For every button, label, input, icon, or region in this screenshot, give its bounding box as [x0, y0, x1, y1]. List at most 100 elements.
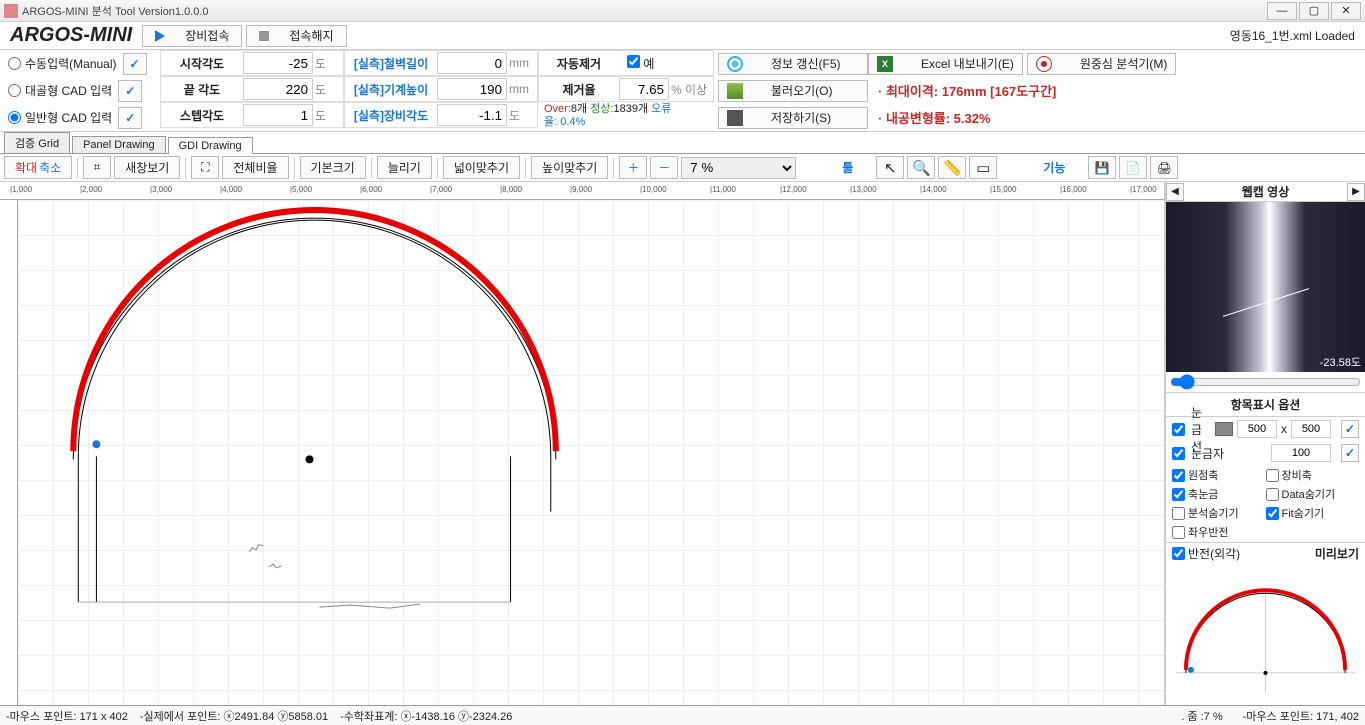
close-button[interactable]: ✕	[1331, 2, 1361, 20]
wall-length-label[interactable]: [실측]철벽길이	[345, 55, 437, 72]
gridline-color[interactable]	[1215, 422, 1233, 436]
app-icon	[4, 4, 18, 18]
new-window-icon-button[interactable]: ⌗	[83, 156, 111, 179]
copy-button[interactable]: 📄	[1119, 156, 1147, 179]
pointer-tool-button[interactable]: ↖	[876, 156, 904, 179]
fit-all-icon-button[interactable]: ⛶	[191, 156, 219, 179]
target-icon	[1036, 56, 1052, 72]
webcam-preview: -23.58도	[1166, 202, 1365, 372]
ruler-apply-button[interactable]: ✓	[1341, 444, 1359, 462]
ruler-interval-input[interactable]	[1271, 444, 1331, 462]
auto-remove-checkbox[interactable]	[627, 55, 640, 68]
window-title: ARGOS-MINI 분석 Tool Version1.0.0.0	[22, 3, 1265, 19]
webcam-slider[interactable]	[1170, 374, 1361, 390]
tab-gdi-drawing[interactable]: GDI Drawing	[168, 137, 253, 154]
fit-hide-checkbox[interactable]	[1266, 507, 1279, 520]
drawing-toolbar: 확대 축소 ⌗ 새창보기 ⛶ 전체비율 기본크기 늘리기 넓이맞추기 높이맞추기…	[0, 154, 1365, 182]
status-math: -수학좌표계: ⓧ-1438.16 ⓨ-2324.26	[340, 708, 512, 724]
vertical-ruler	[0, 200, 18, 712]
rect-tool-button[interactable]: ▭	[969, 156, 997, 179]
app-logo: ARGOS-MINI	[0, 24, 142, 47]
stop-icon	[259, 31, 269, 41]
apply-manual-button[interactable]: ✓	[123, 53, 147, 75]
step-angle-input[interactable]	[243, 104, 313, 126]
zoom-out-icon-button[interactable]: －	[650, 156, 678, 179]
analysis-hide-checkbox[interactable]	[1172, 507, 1185, 520]
data-hide-checkbox[interactable]	[1266, 488, 1279, 501]
zoom-in-icon-button[interactable]: ＋	[619, 156, 647, 179]
maximize-button[interactable]: ▢	[1299, 2, 1329, 20]
save-file-button[interactable]: 저장하기(S)	[718, 107, 868, 129]
radio-manual[interactable]	[8, 57, 21, 70]
fit-height-button[interactable]: 높이맞추기	[531, 156, 608, 179]
apply-frame-cad-button[interactable]: ✓	[118, 80, 142, 102]
grid-apply-button[interactable]: ✓	[1341, 420, 1359, 438]
new-window-button[interactable]: 새창보기	[114, 156, 180, 179]
auto-remove-label: 자동제거	[539, 55, 619, 72]
webcam-next-button[interactable]: ▶	[1347, 183, 1365, 201]
origin-axis-checkbox[interactable]	[1172, 469, 1185, 482]
device-angle-label[interactable]: [실측]장비각도	[345, 107, 437, 124]
gridline-checkbox[interactable]	[1172, 423, 1185, 436]
radio-general-cad[interactable]	[8, 111, 21, 124]
center-analyzer-button[interactable]: 원중심 분석기(M)	[1027, 53, 1177, 75]
drawing-canvas-wrap: |1,000|2,000|3,000|4,000|5,000|6,000|7,0…	[0, 182, 1165, 712]
grid-x-input[interactable]	[1237, 420, 1277, 438]
ruler-checkbox[interactable]	[1172, 447, 1185, 460]
invert-checkbox[interactable]	[1172, 547, 1185, 560]
ruler-tool-button[interactable]: 📏	[938, 156, 966, 179]
end-angle-input[interactable]	[243, 78, 313, 100]
fit-all-button[interactable]: 전체비율	[222, 156, 288, 179]
axis-tick-checkbox[interactable]	[1172, 488, 1185, 501]
drawing-canvas[interactable]	[18, 200, 1164, 712]
side-panel: ◀ 웹캡 영상 ▶ -23.58도 항목표시 옵션 눈금선 x ✓ 눈금자 ✓ …	[1165, 182, 1365, 712]
tool-section-label: 툴	[822, 159, 873, 176]
disconnect-button[interactable]: 접속해지	[246, 25, 346, 47]
tunnel-plot	[18, 200, 1164, 712]
remove-rate-input[interactable]	[619, 78, 669, 100]
end-angle-label: 끝 각도	[161, 81, 243, 98]
mirror-checkbox[interactable]	[1172, 526, 1185, 539]
excel-export-button[interactable]: XExcel 내보내기(E)	[868, 53, 1023, 75]
max-gap-stat: · 최대이격: 176mm [167도구간]	[868, 77, 1066, 104]
start-angle-input[interactable]	[243, 52, 313, 74]
horizontal-ruler: |1,000|2,000|3,000|4,000|5,000|6,000|7,0…	[0, 182, 1164, 200]
status-real: -실제에서 포인트: ⓧ2491.84 ⓨ5858.01	[140, 708, 328, 724]
magnify-tool-button[interactable]: 🔍	[907, 156, 935, 179]
machine-height-input[interactable]	[437, 78, 507, 100]
status-bar: -마우스 포인트: 171 x 402 -실제에서 포인트: ⓧ2491.84 …	[0, 705, 1365, 725]
minimize-button[interactable]: —	[1267, 2, 1297, 20]
remove-rate-label: 제거율	[539, 81, 619, 98]
save-drawing-button[interactable]: 💾	[1088, 156, 1116, 179]
open-icon	[727, 83, 743, 99]
radio-general-cad-label: 일반형 CAD 입력	[25, 109, 112, 126]
refresh-info-button[interactable]: 정보 갱신(F5)	[718, 53, 868, 75]
connect-button[interactable]: 장비접속	[142, 25, 242, 47]
refresh-icon	[727, 56, 743, 72]
main-area: |1,000|2,000|3,000|4,000|5,000|6,000|7,0…	[0, 182, 1365, 712]
radio-frame-cad-label: 대골형 CAD 입력	[25, 82, 112, 99]
tab-verify-grid[interactable]: 검증 Grid	[4, 132, 70, 153]
copy-icon: 📄	[1126, 161, 1141, 175]
stretch-button[interactable]: 늘리기	[377, 156, 432, 179]
print-button[interactable]: 🖨	[1150, 156, 1178, 179]
wall-length-input[interactable]	[437, 52, 507, 74]
zoom-toggle-button[interactable]: 확대 축소	[4, 156, 72, 179]
open-file-button[interactable]: 불러오기(O)	[718, 80, 868, 102]
device-angle-input[interactable]	[437, 104, 507, 126]
zoom-select[interactable]: 7 %	[681, 157, 796, 179]
grid-y-input[interactable]	[1291, 420, 1331, 438]
machine-height-label[interactable]: [실측]기계높이	[345, 81, 437, 98]
radio-manual-label: 수동입력(Manual)	[25, 55, 117, 72]
fit-width-button[interactable]: 넓이맞추기	[443, 156, 520, 179]
device-axis-checkbox[interactable]	[1266, 469, 1279, 482]
original-size-button[interactable]: 기본크기	[300, 156, 366, 179]
webcam-prev-button[interactable]: ◀	[1166, 183, 1184, 201]
start-point	[92, 440, 100, 448]
tab-panel-drawing[interactable]: Panel Drawing	[72, 136, 166, 153]
rect-icon: ▭	[976, 159, 990, 177]
webcam-angle-line	[1223, 288, 1309, 317]
magnify-icon: 🔍	[912, 159, 931, 177]
apply-general-cad-button[interactable]: ✓	[118, 107, 142, 129]
radio-frame-cad[interactable]	[8, 84, 21, 97]
